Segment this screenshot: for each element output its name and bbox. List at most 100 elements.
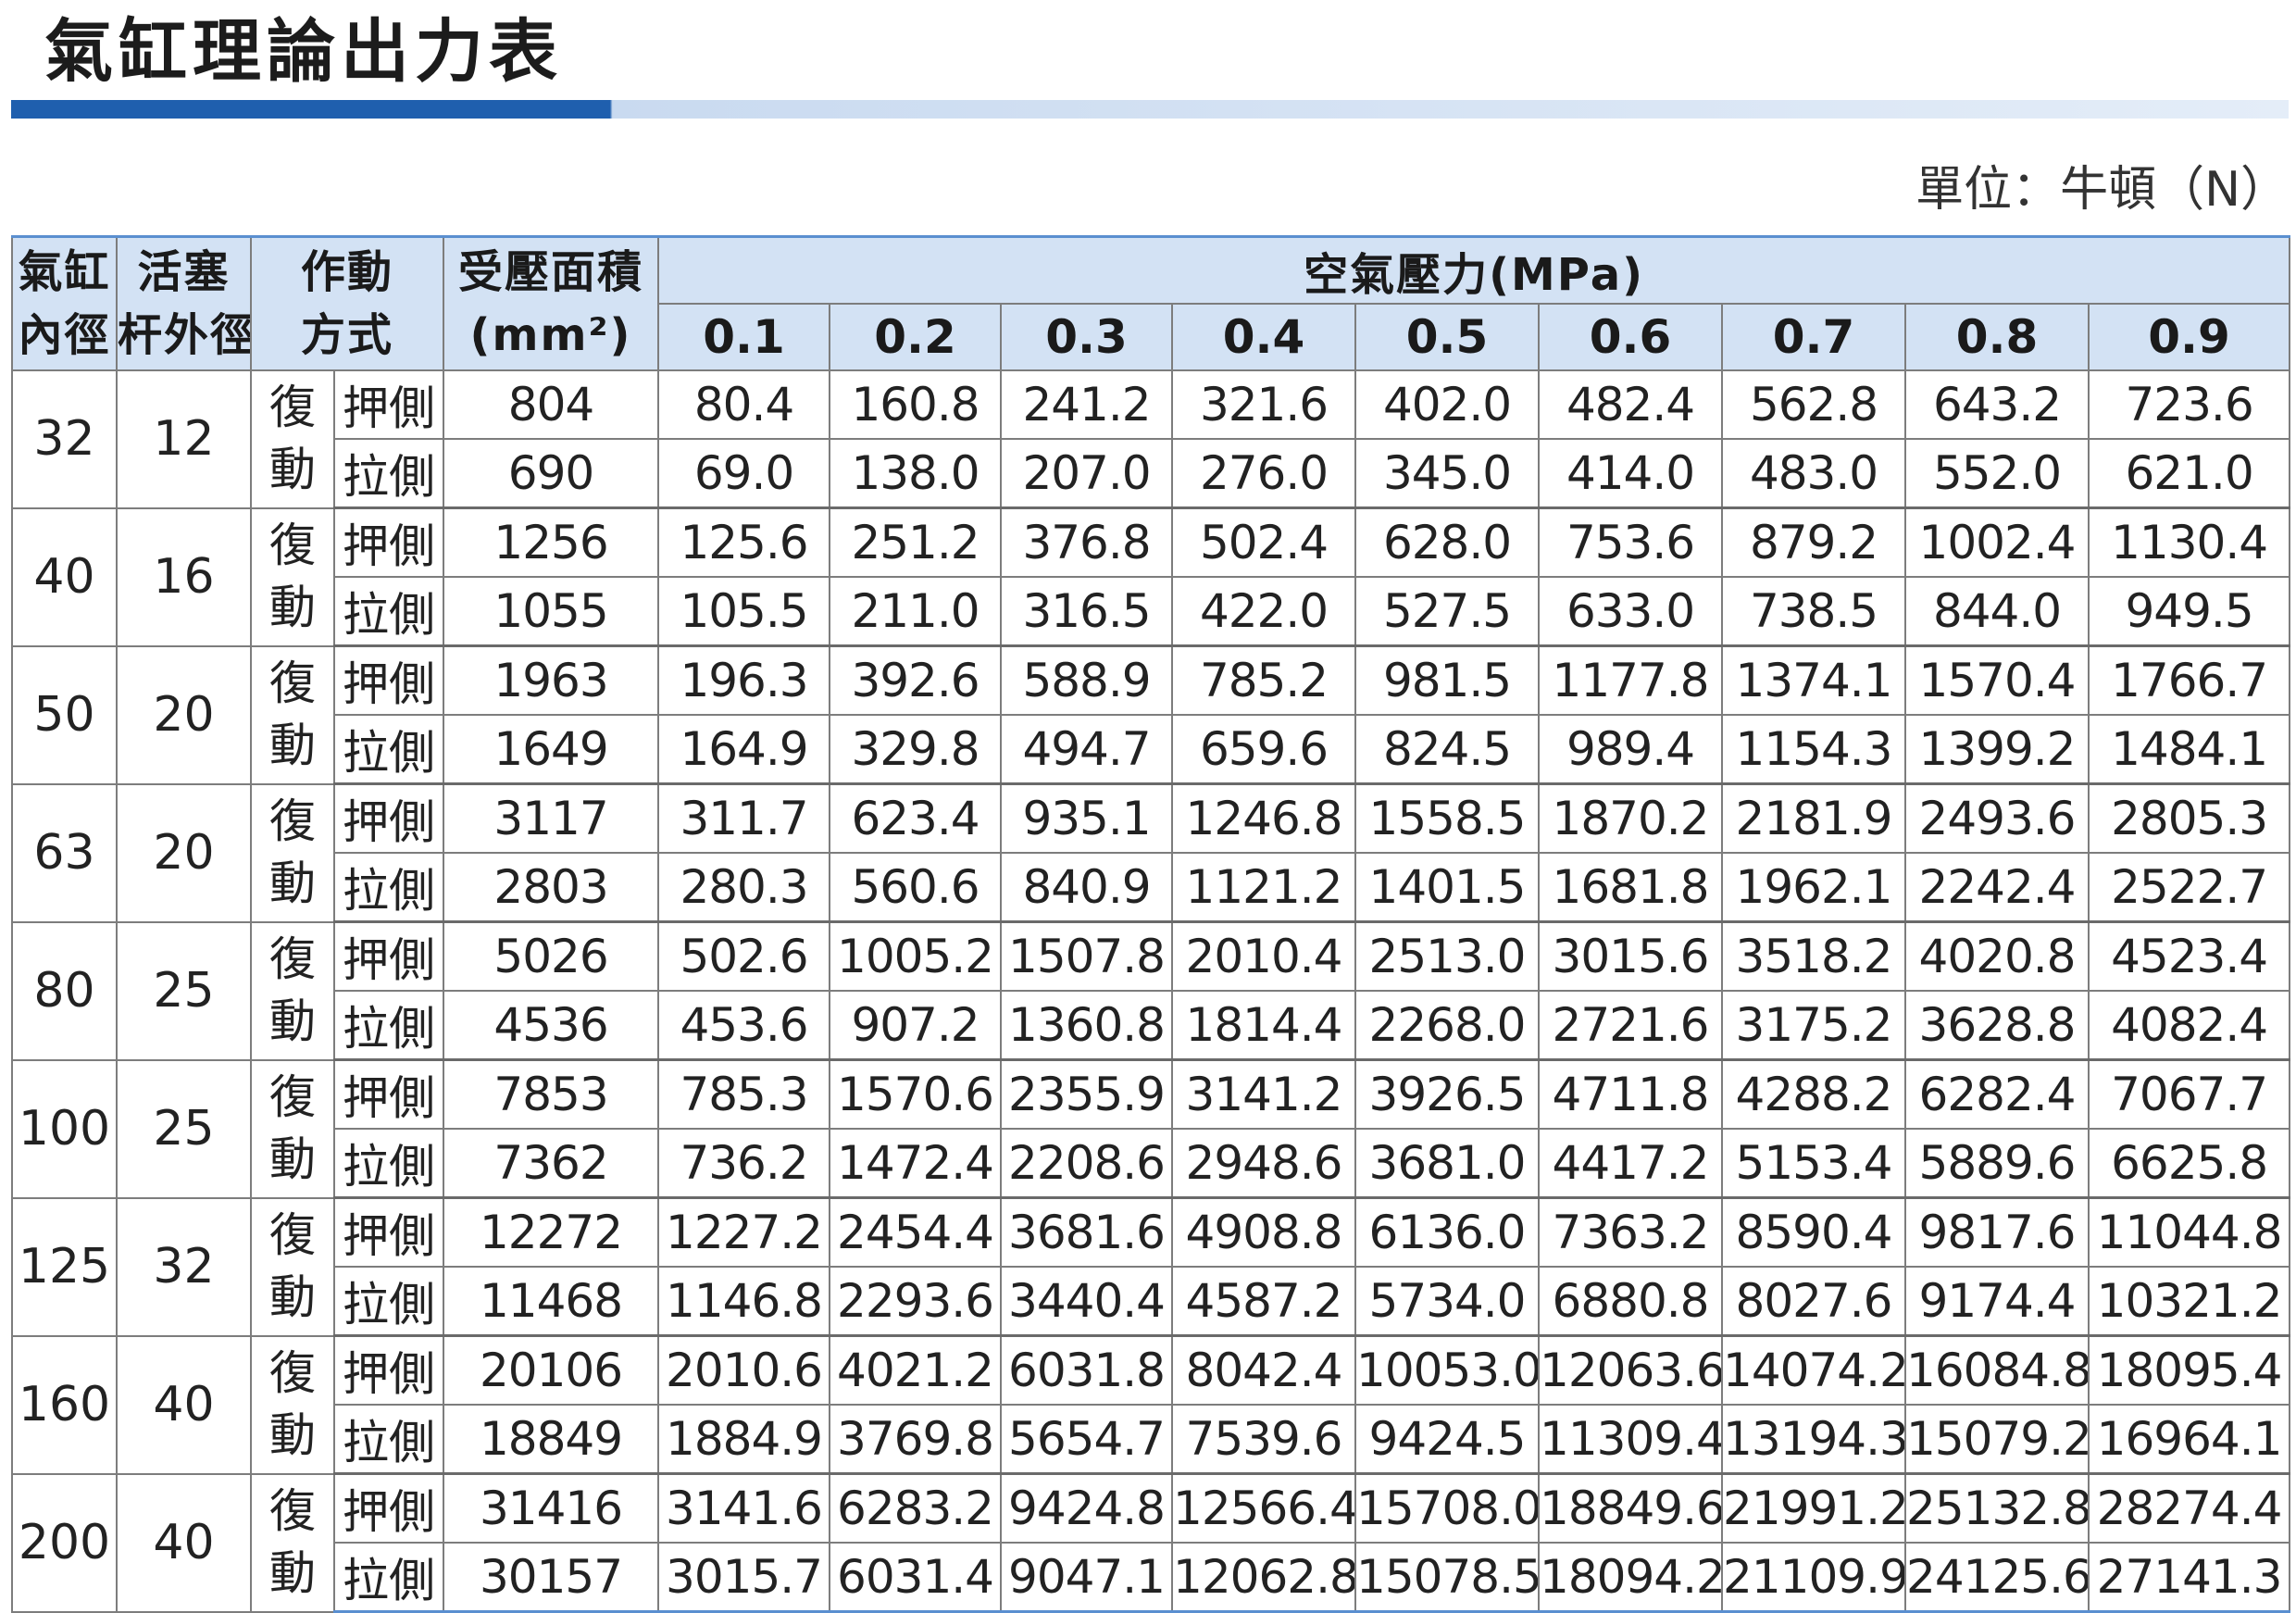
force-value-cell: 1401.5 <box>1354 852 1541 923</box>
force-value-cell: 15079.2 <box>1904 1404 2090 1475</box>
action-type-char-1: 復 <box>269 656 316 710</box>
force-value-cell: 9174.4 <box>1904 1266 2090 1337</box>
action-type-cell: 復動 <box>250 1196 335 1337</box>
side-cell: 拉側 <box>332 1542 445 1613</box>
action-type-cell: 復動 <box>250 1334 335 1475</box>
force-value-cell: 2268.0 <box>1354 990 1541 1061</box>
table-row: 160 40 復動押側 20106 2010.6 4021.2 6031.8 8042.4 10… <box>11 1334 2291 1475</box>
title-underline-bar <box>11 100 2289 119</box>
side-cell: 拉側 <box>332 1128 445 1199</box>
force-value-cell: 276.0 <box>1171 438 1357 509</box>
force-value-cell: 14074.2 <box>1721 1334 1907 1406</box>
action-type-text: 復動 <box>269 515 316 639</box>
side-cell: 押側 <box>332 506 445 578</box>
force-value-cell: 21991.2 <box>1721 1472 1907 1544</box>
bore-cell: 160 <box>11 1334 118 1475</box>
header-bore-line1: 氣缸 <box>18 246 111 298</box>
force-value-cell: 1121.2 <box>1171 852 1357 923</box>
force-value-cell: 1507.8 <box>1000 920 1174 992</box>
force-value-cell: 643.2 <box>1904 369 2090 440</box>
force-value-cell: 28274.4 <box>2088 1472 2291 1544</box>
force-value-cell: 3518.2 <box>1721 920 1907 992</box>
action-type-cell: 復動 <box>250 920 335 1061</box>
table-row: 拉側 11468 1146.8 2293.6 3440.4 4587.2 5734.0 688… <box>12 1266 2291 1337</box>
table-row: 拉側 690 69.0 138.0 207.0 276.0 345.0 414.0 483.0 5… <box>12 438 2291 509</box>
area-cell: 5026 <box>443 920 660 992</box>
force-value-cell: 15708.0 <box>1354 1472 1541 1544</box>
bore-cell: 80 <box>11 920 118 1061</box>
action-type-cell: 復動 <box>250 1058 335 1199</box>
action-type-char-1: 復 <box>269 932 316 986</box>
force-value-cell: 6880.8 <box>1538 1266 1724 1337</box>
force-value-cell: 6031.4 <box>829 1542 1003 1613</box>
header-action-line1: 作動 <box>301 246 394 298</box>
action-type-cell: 復動 <box>250 506 335 647</box>
force-value-cell: 3628.8 <box>1904 990 2090 1061</box>
force-value-cell: 9424.5 <box>1354 1404 1541 1475</box>
action-type-char-1: 復 <box>269 794 316 848</box>
header-pressure-5: 0.6 <box>1538 303 1724 371</box>
force-value-cell: 1002.4 <box>1904 506 2090 578</box>
header-area: 受壓面積 (mm²) <box>443 235 660 371</box>
force-value-cell: 907.2 <box>829 990 1003 1061</box>
action-type-char-1: 復 <box>269 519 316 572</box>
force-value-cell: 628.0 <box>1354 506 1541 578</box>
action-type-char-2: 動 <box>269 857 316 910</box>
action-type-char-2: 動 <box>269 994 316 1048</box>
force-value-cell: 3015.6 <box>1538 920 1724 992</box>
force-value-cell: 164.9 <box>657 714 831 785</box>
table-row: 80 25 復動押側 5026 502.6 1005.2 1507.8 2010.4 2513.… <box>11 920 2291 1061</box>
force-value-cell: 4417.2 <box>1538 1128 1724 1199</box>
force-value-cell: 3769.8 <box>829 1404 1003 1475</box>
rod-cell: 20 <box>116 644 252 785</box>
force-value-cell: 69.0 <box>657 438 831 509</box>
side-cell: 押側 <box>332 369 445 440</box>
force-value-cell: 4082.4 <box>2088 990 2291 1061</box>
area-cell: 1256 <box>443 506 660 578</box>
header-pressure-3: 0.4 <box>1171 303 1357 371</box>
force-value-cell: 16964.1 <box>2088 1404 2291 1475</box>
force-value-cell: 1130.4 <box>2088 506 2291 578</box>
force-value-cell: 8042.4 <box>1171 1334 1357 1406</box>
header-area-line2: (mm²) <box>469 309 632 361</box>
area-cell: 30157 <box>443 1542 660 1613</box>
force-value-cell: 18849.6 <box>1538 1472 1724 1544</box>
force-value-cell: 18094.2 <box>1538 1542 1724 1613</box>
table-row: 拉側 1055 105.5 211.0 316.5 422.0 527.5 633.0 738.… <box>12 576 2291 647</box>
table-row: 拉側 2803 280.3 560.6 840.9 1121.2 1401.5 1681.8 1… <box>12 852 2291 923</box>
table-row: 拉側 1649 164.9 329.8 494.7 659.6 824.5 989.4 1154… <box>12 714 2291 785</box>
header-area-line1: 受壓面積 <box>458 246 644 298</box>
action-type-text: 復動 <box>269 1481 316 1605</box>
force-value-cell: 844.0 <box>1904 576 2090 647</box>
header-action: 作動 方式 <box>249 235 445 371</box>
force-value-cell: 5153.4 <box>1721 1128 1907 1199</box>
header-pressure-1: 0.2 <box>829 303 1003 371</box>
force-value-cell: 483.0 <box>1721 438 1907 509</box>
force-value-cell: 15078.5 <box>1354 1542 1541 1613</box>
force-value-cell: 824.5 <box>1354 714 1541 785</box>
side-cell: 拉側 <box>332 852 445 923</box>
action-type-char-1: 復 <box>269 1346 316 1400</box>
rod-cell: 25 <box>116 920 252 1061</box>
force-value-cell: 1570.6 <box>829 1058 1003 1130</box>
force-value-cell: 4587.2 <box>1171 1266 1357 1337</box>
action-type-char-2: 動 <box>269 1546 316 1600</box>
force-value-cell: 12566.4 <box>1171 1472 1357 1544</box>
force-value-cell: 494.7 <box>1000 714 1174 785</box>
header-pressure-4: 0.5 <box>1354 303 1541 371</box>
rod-cell: 25 <box>116 1058 252 1199</box>
area-cell: 1649 <box>443 714 660 785</box>
force-value-cell: 1374.1 <box>1721 644 1907 716</box>
action-type-text: 復動 <box>269 653 316 777</box>
unit-label: 單位：牛頓（N） <box>1915 162 2289 218</box>
force-value-cell: 1681.8 <box>1538 852 1724 923</box>
force-value-cell: 241.2 <box>1000 369 1174 440</box>
header-action-line2: 方式 <box>301 309 394 361</box>
action-type-char-2: 動 <box>269 1408 316 1462</box>
side-cell: 押側 <box>332 1058 445 1130</box>
force-value-cell: 1360.8 <box>1000 990 1174 1061</box>
force-value-cell: 6283.2 <box>829 1472 1003 1544</box>
force-value-cell: 12062.8 <box>1171 1542 1357 1613</box>
force-value-cell: 21109.9 <box>1721 1542 1907 1613</box>
force-value-cell: 6031.8 <box>1000 1334 1174 1406</box>
